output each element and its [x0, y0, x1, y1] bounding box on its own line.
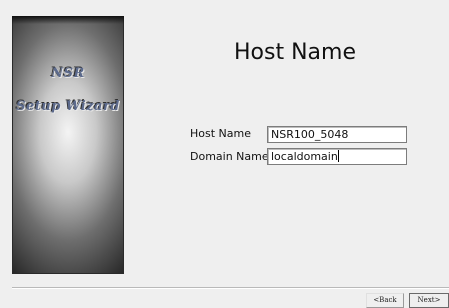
host-name-value: NSR100_5048 [271, 128, 349, 141]
setup-wizard-window: NSR Setup Wizard Host Name Host Name NSR… [0, 0, 449, 308]
wizard-side-banner: NSR Setup Wizard [12, 16, 124, 274]
host-name-input[interactable]: NSR100_5048 [267, 126, 407, 143]
footer-separator [12, 287, 449, 289]
domain-name-value: localdomain [271, 150, 338, 163]
text-cursor [337, 150, 339, 162]
back-button[interactable]: <Back [366, 293, 404, 308]
page-title: Host Name [234, 40, 356, 65]
domain-name-label: Domain Name [190, 150, 269, 163]
banner-wizard-name: Setup Wizard [16, 99, 120, 114]
banner-product-name: NSR [51, 66, 85, 81]
next-button[interactable]: Next> [409, 293, 449, 308]
domain-name-input[interactable]: localdomain [267, 148, 407, 165]
host-name-label: Host Name [190, 127, 251, 140]
